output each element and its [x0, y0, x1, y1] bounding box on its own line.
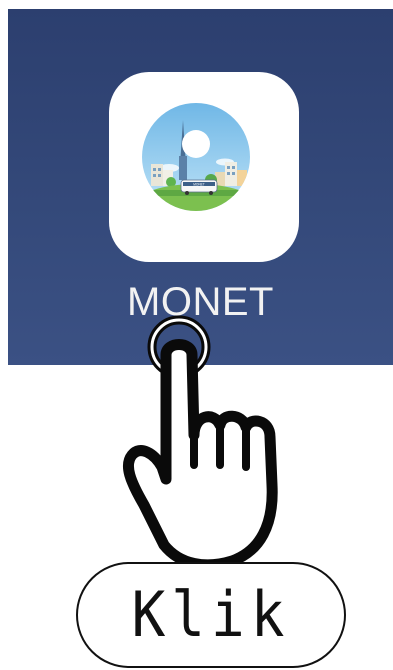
bus-sign-text: MONET — [193, 183, 205, 187]
klik-label: Klik — [131, 578, 291, 652]
city-bus-globe-icon: MONET — [142, 103, 250, 211]
home-screen: MONET MONET — [8, 9, 393, 365]
tap-hand-icon — [123, 315, 278, 571]
monet-app-icon[interactable]: MONET — [109, 72, 299, 262]
klik-button[interactable]: Klik — [76, 562, 346, 668]
